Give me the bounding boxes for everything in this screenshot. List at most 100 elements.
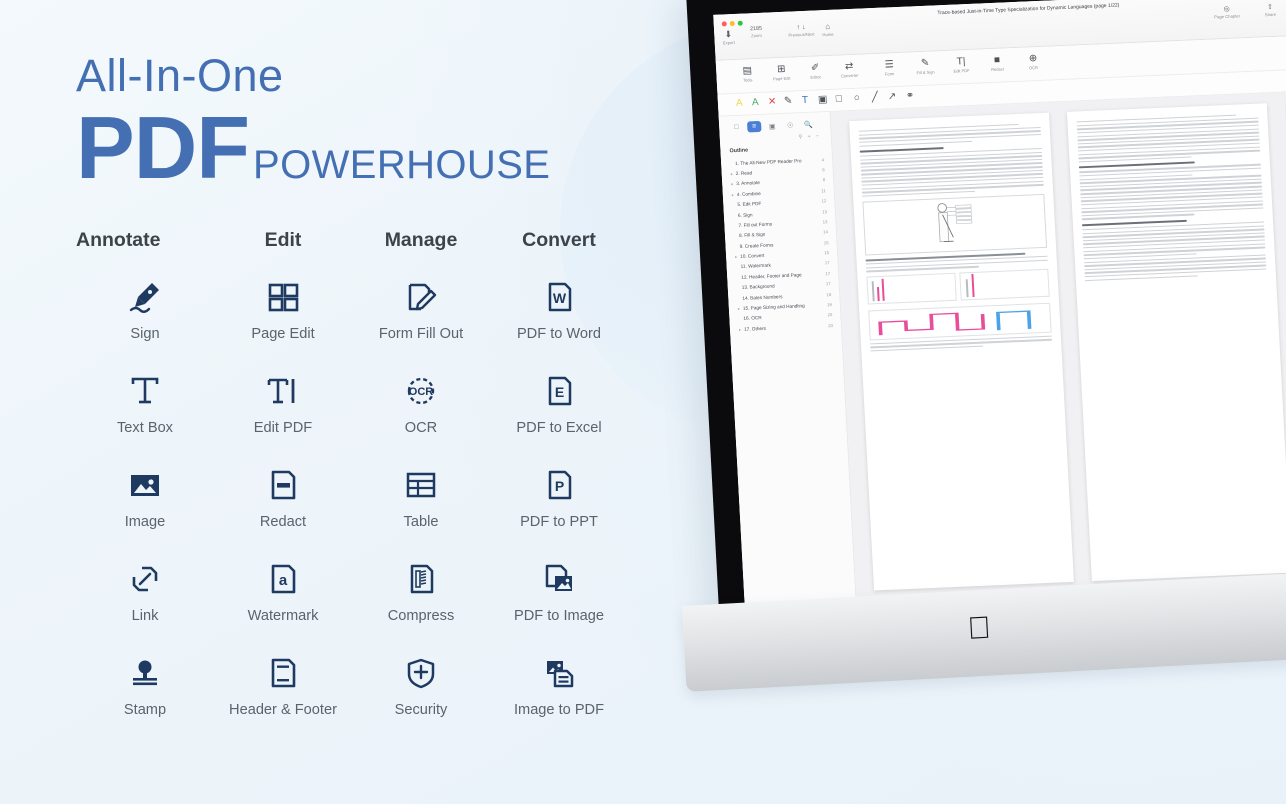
tools-icon: ▤ xyxy=(742,65,753,77)
feature-label: Security xyxy=(394,702,448,719)
titlebar-export[interactable]: ⬇ Export xyxy=(722,29,735,46)
feature-link[interactable]: Link xyxy=(76,557,214,651)
outline-page: 17 xyxy=(825,281,831,287)
sidebar-tab-outline[interactable]: ≡ xyxy=(746,120,762,133)
pdf-page-right[interactable] xyxy=(1066,103,1286,582)
feature-table[interactable]: Table xyxy=(352,463,490,557)
rectangle-tool-icon[interactable]: □ xyxy=(836,93,843,104)
feature-sign[interactable]: Sign xyxy=(76,275,214,369)
editor-icon: ✐ xyxy=(810,62,820,74)
stamp-icon xyxy=(125,651,165,695)
outline-label: 1. The All-New PDF Reader Pro xyxy=(735,157,802,166)
titlebar-page-chapter[interactable]: ◎ Page Chapter xyxy=(1214,5,1241,19)
toolbar-label: OCR xyxy=(1028,65,1039,71)
imac-screen: ⬇ Export 2185 Zoom ↑ ↓ Previous/Next ⌂ H… xyxy=(713,0,1286,638)
feature-pdf-to-excel[interactable]: E PDF to Excel xyxy=(490,369,628,463)
document-canvas[interactable] xyxy=(830,92,1286,616)
toolbar-label: Fill & Sign xyxy=(916,69,935,76)
sidebar-tab-thumbnail[interactable]: □ xyxy=(729,122,744,134)
toolbar-ocr[interactable]: ⊕ OCR xyxy=(1016,53,1051,71)
feature-image[interactable]: Image xyxy=(76,463,214,557)
feature-security[interactable]: Security xyxy=(352,651,490,745)
feature-label: PDF to Excel xyxy=(516,420,602,437)
feature-label: Link xyxy=(131,608,159,625)
outline-page: 18 xyxy=(826,291,832,297)
toolbar-label: Redact xyxy=(991,66,1005,73)
outline-page: 11 xyxy=(821,188,826,194)
toolbar-redact[interactable]: ■ Redact xyxy=(980,54,1015,72)
feature-image-to-pdf[interactable]: Image to PDF xyxy=(490,651,628,745)
header-footer-document-icon xyxy=(263,651,303,695)
pdf-page-left[interactable] xyxy=(849,112,1074,591)
powerpoint-document-icon: P xyxy=(539,463,579,507)
feature-column-convert: Convert W PDF to Word E PDF to Excel P P… xyxy=(490,229,628,745)
imac-screen-bezel: ⬇ Export 2185 Zoom ↑ ↓ Previous/Next ⌂ H… xyxy=(686,0,1286,640)
feature-pdf-to-image[interactable]: PDF to Image xyxy=(490,557,628,651)
arrow-tool-icon[interactable]: ↗ xyxy=(888,91,897,102)
feature-page-edit[interactable]: Page Edit xyxy=(214,275,352,369)
outline-label: 6. Sign xyxy=(737,211,753,218)
toolbar-edit-pdf[interactable]: T| Edit PDF xyxy=(944,56,979,74)
sidebar-tab-annotation[interactable]: ▣ xyxy=(765,120,780,132)
feature-text-box[interactable]: Text Box xyxy=(76,369,214,463)
toolbar-tools[interactable]: ▤ Tools xyxy=(730,65,765,83)
link-tool-icon[interactable]: ⚭ xyxy=(906,90,915,101)
outline-page: 4 xyxy=(821,156,825,163)
converter-icon: ⇄ xyxy=(844,60,854,73)
sidebar-tab-bookmark[interactable]: ☉ xyxy=(783,119,798,131)
svg-text:P: P xyxy=(555,478,564,494)
left-content-panel: All-In-One PDF POWERHOUSE Annotate Sign … xyxy=(0,0,640,804)
feature-edit-pdf[interactable]: Edit PDF xyxy=(214,369,352,463)
outline-label: 8. Fill & Sign xyxy=(738,232,766,239)
feature-label: Edit PDF xyxy=(253,420,313,437)
svg-text:W: W xyxy=(553,290,567,306)
toolbar-page-edit[interactable]: ⊞ Page Edit xyxy=(764,63,799,82)
page-edit-icon: ⊞ xyxy=(776,63,786,76)
feature-stamp[interactable]: Stamp xyxy=(76,651,214,745)
apple-logo-icon:  xyxy=(967,610,992,646)
feature-header-footer[interactable]: Header & Footer xyxy=(214,651,352,745)
toolbar-converter[interactable]: ⇄ Converter xyxy=(832,60,867,79)
feature-pdf-to-ppt[interactable]: P PDF to PPT xyxy=(490,463,628,557)
ocr-circle-icon: OCR xyxy=(401,369,441,413)
toolbar-form[interactable]: ☰ Form xyxy=(872,59,907,77)
feature-compress[interactable]: Compress xyxy=(352,557,490,651)
strikethrough-tool-icon[interactable]: ✕ xyxy=(768,96,777,107)
text-box-icon xyxy=(125,369,165,413)
feature-label: PDF to Word xyxy=(516,326,602,343)
feature-form-fill-out[interactable]: Form Fill Out xyxy=(352,275,490,369)
titlebar-share[interactable]: ⇧ Share xyxy=(1264,4,1276,18)
note-tool-icon[interactable]: ▣ xyxy=(818,94,828,105)
pen-tool-icon[interactable]: ✎ xyxy=(784,96,793,107)
outline-label: 15. Page Sizing and Handling xyxy=(742,303,805,311)
sign-pen-icon xyxy=(125,275,165,319)
outline-page: 19 xyxy=(826,301,832,308)
column-header-annotate: Annotate xyxy=(76,229,161,252)
toolbar-editor[interactable]: ✐ Editor xyxy=(798,62,833,80)
feature-label: Stamp xyxy=(123,702,167,719)
toolbar-label: Edit PDF xyxy=(953,67,970,74)
poster-stage: All-In-One PDF POWERHOUSE Annotate Sign … xyxy=(0,0,1286,804)
line-tool-icon[interactable]: ╱ xyxy=(872,92,879,103)
headline-line1: All-In-One xyxy=(76,50,284,101)
feature-watermark[interactable]: a Watermark xyxy=(214,557,352,651)
titlebar-prev-next[interactable]: ↑ ↓ Previous/Next xyxy=(788,24,815,38)
titlebar-label: Home xyxy=(822,31,834,37)
outline-page: 12 xyxy=(821,198,827,204)
feature-ocr[interactable]: OCR OCR xyxy=(352,369,490,463)
feature-redact[interactable]: Redact xyxy=(214,463,352,557)
ellipse-tool-icon[interactable]: ○ xyxy=(854,93,861,104)
outline-page: 8 xyxy=(822,177,826,183)
highlight-tool-icon[interactable]: A xyxy=(736,98,743,109)
outline-label: 3. Annotate xyxy=(736,180,761,187)
feature-pdf-to-word[interactable]: W PDF to Word xyxy=(490,275,628,369)
text-box-tool-icon[interactable]: T xyxy=(802,95,809,106)
sidebar-tab-search[interactable]: 🔍 xyxy=(801,119,816,131)
underline-tool-icon[interactable]: A xyxy=(752,97,759,108)
titlebar-home[interactable]: ⌂ Home xyxy=(822,22,834,38)
window-traffic-lights[interactable] xyxy=(721,20,743,27)
svg-text:OCR: OCR xyxy=(409,386,434,398)
toolbar-fill-sign[interactable]: ✎ Fill & Sign xyxy=(908,57,943,76)
feature-label: Compress xyxy=(387,608,455,625)
titlebar-zoom[interactable]: 2185 Zoom xyxy=(750,26,763,39)
